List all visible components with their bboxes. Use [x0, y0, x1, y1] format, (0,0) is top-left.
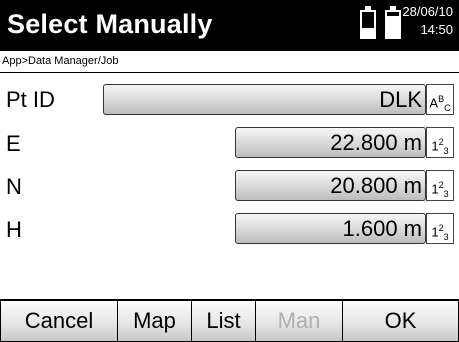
date-display: 28/06/10 [402, 4, 453, 19]
map-button[interactable]: Map [117, 300, 192, 342]
height-field[interactable]: 1.600 m [235, 213, 426, 244]
cancel-button[interactable]: Cancel [0, 300, 118, 342]
man-button: Man [255, 300, 343, 342]
list-button[interactable]: List [191, 300, 256, 342]
ok-button[interactable]: OK [342, 300, 459, 342]
screen-title: Select Manually [7, 9, 213, 39]
height-label: H [6, 217, 22, 242]
height-input-mode-icon[interactable]: 123 [426, 213, 454, 244]
time-display: 14:50 [420, 22, 453, 37]
divider [0, 72, 459, 73]
pt-id-label: Pt ID [6, 87, 55, 112]
northing-field[interactable]: 20.800 m [235, 170, 426, 201]
pt-id-field[interactable]: DLK [103, 84, 426, 115]
northing-label: N [6, 174, 22, 199]
easting-field[interactable]: 22.800 m [235, 127, 426, 158]
battery-2-icon [385, 6, 401, 39]
battery-1-icon [360, 6, 376, 39]
northing-input-mode-icon[interactable]: 123 [426, 170, 454, 201]
title-bar: Select Manually 28/06/10 14:50 [0, 0, 459, 51]
easting-input-mode-icon[interactable]: 123 [426, 127, 454, 158]
easting-label: E [6, 131, 21, 156]
breadcrumb: App>Data Manager/Job [2, 55, 119, 67]
pt-id-input-mode-icon[interactable]: ABC [426, 84, 454, 115]
